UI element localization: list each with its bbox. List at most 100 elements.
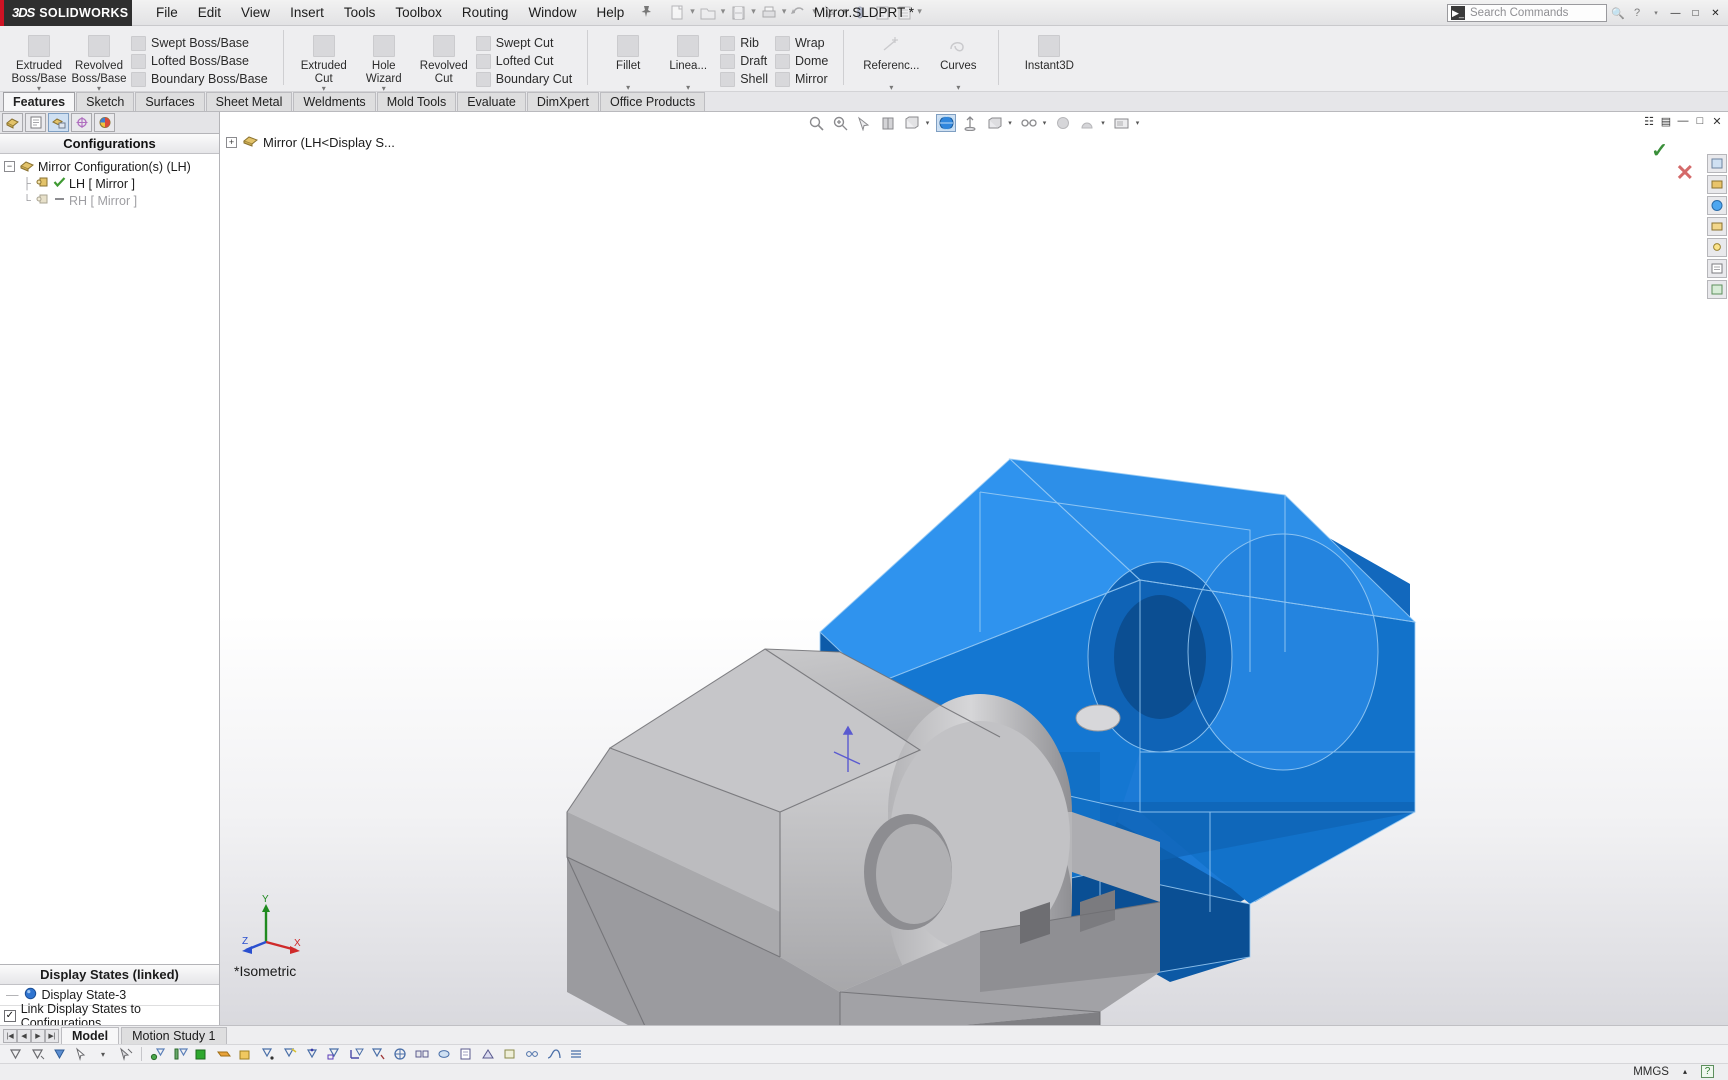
menu-insert[interactable]: Insert: [280, 1, 334, 24]
view-settings-icon[interactable]: [1019, 114, 1039, 132]
help-caret-icon[interactable]: ▾: [1648, 5, 1664, 21]
solid-filter-icon[interactable]: [237, 1046, 255, 1062]
rebuild-icon[interactable]: [849, 2, 871, 24]
curves-button[interactable]: Curves ▾: [928, 29, 988, 94]
sketch-point-filter-icon[interactable]: [281, 1046, 299, 1062]
link-display-states-checkbox[interactable]: ✓: [4, 1009, 16, 1022]
print-icon[interactable]: [758, 2, 780, 24]
view-orientation-caret-icon[interactable]: ▾: [926, 119, 933, 127]
select-dropdown-icon[interactable]: ▾: [94, 1046, 112, 1062]
zoom-to-area-icon[interactable]: [830, 114, 850, 132]
hide-show-items-icon[interactable]: [960, 114, 980, 132]
revolved-boss-base-button[interactable]: Revolved Boss/Base ▾: [69, 29, 129, 95]
menu-view[interactable]: View: [231, 1, 280, 24]
display-style-icon[interactable]: [936, 114, 957, 132]
menu-help[interactable]: Help: [586, 1, 634, 24]
pushpin-icon[interactable]: [636, 5, 656, 21]
tab-dimxpert[interactable]: DimXpert: [526, 92, 599, 111]
linear-pattern-button[interactable]: Linea... ▾: [658, 29, 718, 94]
help-icon[interactable]: ?: [1629, 5, 1645, 21]
center-mark-filter-icon[interactable]: [391, 1046, 409, 1062]
feature-manager-tab[interactable]: [2, 113, 23, 132]
menu-window[interactable]: Window: [518, 1, 586, 24]
shell-button[interactable]: Shell: [718, 70, 773, 88]
midpoint-filter-icon[interactable]: [325, 1046, 343, 1062]
tab-office-products[interactable]: Office Products: [599, 92, 706, 111]
cancel-x-icon[interactable]: ✕: [1676, 160, 1694, 186]
file-properties-icon[interactable]: [871, 2, 893, 24]
ok-checkmark-icon[interactable]: ✓: [1651, 138, 1668, 163]
menu-routing[interactable]: Routing: [452, 1, 519, 24]
dome-button[interactable]: Dome: [773, 52, 833, 70]
boundary-cut-button[interactable]: Boundary Cut: [474, 70, 577, 88]
design-library-icon[interactable]: [1707, 175, 1727, 194]
appearances-icon[interactable]: [1707, 196, 1727, 215]
fillet-button[interactable]: Fillet ▾: [598, 29, 658, 94]
filter-vertices-icon[interactable]: [50, 1046, 68, 1062]
lofted-cut-button[interactable]: Lofted Cut: [474, 52, 577, 70]
shadow-icon[interactable]: [1077, 114, 1097, 132]
hole-wizard-button[interactable]: Hole Wizard ▾: [354, 29, 414, 95]
link-display-states-row[interactable]: ✓ Link Display States to Configurations: [0, 1002, 219, 1030]
restore-icon[interactable]: □: [1687, 6, 1704, 21]
menu-edit[interactable]: Edit: [188, 1, 231, 24]
clear-filters-icon[interactable]: [116, 1046, 134, 1062]
extruded-cut-button[interactable]: Extruded Cut ▾: [294, 29, 354, 95]
property-manager-tab[interactable]: [25, 113, 46, 132]
viewport-feature-tree-label[interactable]: + Mirror (LH<Display S...: [226, 134, 395, 150]
save-icon[interactable]: [727, 2, 749, 24]
sketch-filter-icon[interactable]: [259, 1046, 277, 1062]
configuration-manager-tab[interactable]: [48, 113, 69, 132]
filter-faces-icon[interactable]: [6, 1046, 24, 1062]
boundary-boss-base-button[interactable]: Boundary Boss/Base: [129, 70, 273, 88]
swept-boss-base-button[interactable]: Swept Boss/Base: [129, 34, 273, 52]
select-arrow-icon[interactable]: [72, 1046, 90, 1062]
tree-row-configurations-root[interactable]: − Mirror Configuration(s) (LH): [4, 158, 219, 175]
menu-file[interactable]: File: [146, 1, 188, 24]
minimize-icon[interactable]: —: [1667, 6, 1684, 21]
previous-view-icon[interactable]: [854, 114, 874, 132]
wrap-button[interactable]: Wrap: [773, 34, 833, 52]
close-icon[interactable]: ✕: [1710, 114, 1724, 128]
connection-filter-icon[interactable]: [523, 1046, 541, 1062]
custom-properties-icon[interactable]: [1707, 259, 1727, 278]
tree-row-config-rh[interactable]: └ RH [ Mirror ]: [4, 192, 219, 209]
apply-scene-caret-icon[interactable]: ▾: [1008, 119, 1015, 127]
lofted-boss-base-button[interactable]: Lofted Boss/Base: [129, 52, 273, 70]
view-palette-icon[interactable]: [1707, 154, 1727, 173]
zoom-to-fit-icon[interactable]: [806, 114, 826, 132]
swept-cut-button[interactable]: Swept Cut: [474, 34, 577, 52]
next-tab-icon[interactable]: ▶: [31, 1029, 45, 1043]
shadow-caret-icon[interactable]: ▾: [1101, 119, 1108, 127]
tab-sheet-metal[interactable]: Sheet Metal: [205, 92, 293, 111]
options-icon[interactable]: [893, 2, 915, 24]
point-filter-icon[interactable]: [149, 1046, 167, 1062]
new-document-icon[interactable]: [666, 2, 688, 24]
screen-capture-caret-icon[interactable]: ▾: [1136, 119, 1143, 127]
menu-toolbox[interactable]: Toolbox: [385, 1, 452, 24]
units-caret-icon[interactable]: ▴: [1683, 1067, 1687, 1076]
expander-collapse-icon[interactable]: −: [4, 161, 15, 172]
revolved-cut-button[interactable]: Revolved Cut: [414, 29, 474, 86]
select-icon[interactable]: [819, 2, 841, 24]
dimension-filter-icon[interactable]: [303, 1046, 321, 1062]
scenes-icon[interactable]: [1707, 217, 1727, 236]
view-orientation-icon[interactable]: [902, 114, 922, 132]
maximize-icon[interactable]: □: [1693, 114, 1707, 128]
filter-edges-icon[interactable]: [28, 1046, 46, 1062]
plane-filter-icon[interactable]: [215, 1046, 233, 1062]
help-question-icon[interactable]: ?: [1701, 1065, 1714, 1078]
block-filter-icon[interactable]: [501, 1046, 519, 1062]
rib-button[interactable]: Rib: [718, 34, 773, 52]
surface-filter-icon[interactable]: [193, 1046, 211, 1062]
decals-icon[interactable]: [1707, 280, 1727, 299]
sphere-light-icon[interactable]: [1053, 114, 1073, 132]
tree-row-config-lh[interactable]: ├ LH [ Mirror ]: [4, 175, 219, 192]
datum-filter-icon[interactable]: [413, 1046, 431, 1062]
weld-filter-icon[interactable]: [369, 1046, 387, 1062]
undo-icon[interactable]: [788, 2, 810, 24]
annotation-filter-icon[interactable]: [347, 1046, 365, 1062]
tab-surfaces[interactable]: Surfaces: [135, 92, 205, 111]
extruded-boss-base-button[interactable]: Extruded Boss/Base ▾: [9, 29, 69, 95]
mirror-button[interactable]: Mirror: [773, 70, 833, 88]
